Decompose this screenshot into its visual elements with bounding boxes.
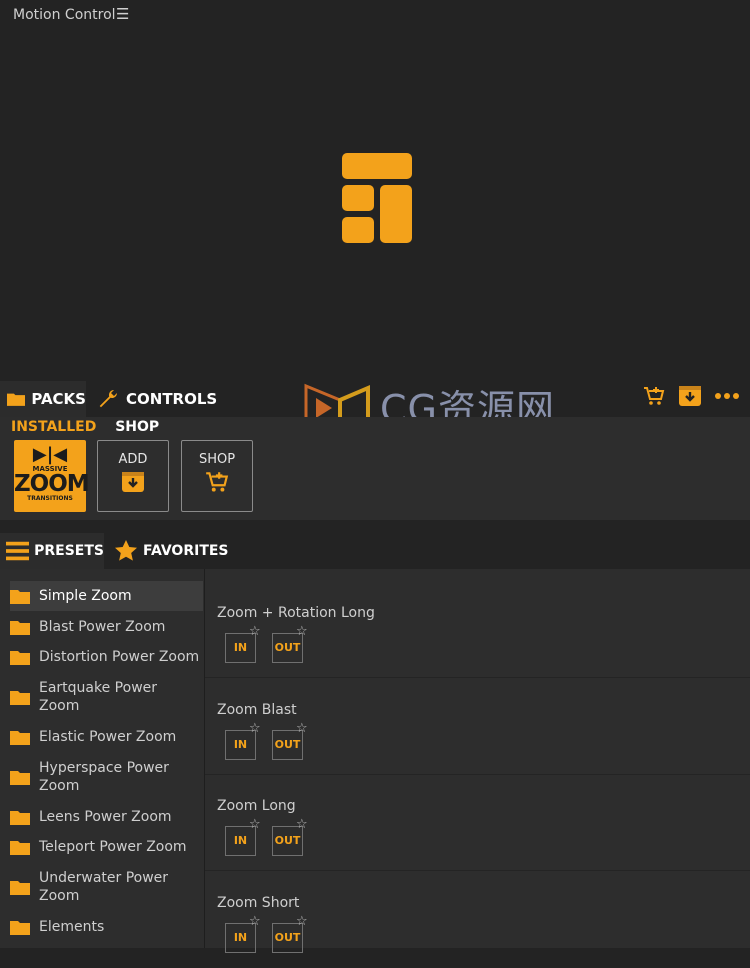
folder-icon (10, 880, 30, 895)
more-options-icon[interactable] (714, 392, 740, 400)
folder-icon (10, 840, 30, 855)
shop-pack-label: SHOP (198, 452, 236, 467)
preset-row: Zoom Blast IN ☆ OUT ☆ (205, 678, 750, 775)
category-item[interactable]: Underwater Power Zoom (10, 867, 203, 907)
tab-favorites[interactable]: FAVORITES (114, 533, 229, 569)
zoom-transition-icon: ▶|◀ (32, 444, 68, 465)
category-label: Teleport Power Zoom (39, 839, 187, 855)
star-outline-icon[interactable]: ☆ (296, 721, 308, 736)
folder-icon (10, 920, 30, 935)
preset-name: Zoom Short (217, 895, 300, 911)
motion-control-logo (342, 153, 412, 243)
preset-name: Zoom Long (217, 798, 296, 814)
tab-presets[interactable]: PRESETS (0, 533, 104, 569)
tab-controls[interactable]: CONTROLS (96, 381, 217, 417)
tab-packs-label: PACKS (31, 390, 86, 408)
wrench-icon (99, 389, 118, 408)
subtab-installed[interactable]: INSTALLED (11, 419, 96, 435)
star-icon (115, 540, 137, 561)
tab-packs[interactable]: PACKS (0, 381, 86, 417)
category-label: Hyperspace Power Zoom (39, 760, 169, 794)
download-box-icon[interactable] (678, 384, 702, 408)
category-label: Eartquake Power Zoom (39, 680, 158, 714)
category-item[interactable]: Leens Power Zoom (10, 802, 203, 832)
category-label: Elastic Power Zoom (39, 729, 177, 745)
preset-name: Zoom + Rotation Long (217, 605, 375, 621)
folder-icon (10, 690, 30, 705)
folder-icon (10, 620, 30, 635)
list-icon (6, 541, 30, 561)
preset-row: Zoom + Rotation Long IN ☆ OUT ☆ (205, 581, 750, 678)
add-pack-label: ADD (118, 452, 148, 467)
star-outline-icon[interactable]: ☆ (296, 817, 308, 832)
download-box-icon (122, 472, 144, 492)
star-outline-icon[interactable]: ☆ (296, 624, 308, 639)
star-outline-icon[interactable]: ☆ (249, 624, 261, 639)
folder-icon (7, 393, 26, 406)
cart-add-icon (206, 472, 229, 492)
folder-icon (10, 730, 30, 745)
category-item[interactable]: Blast Power Zoom (10, 612, 203, 642)
category-label: Leens Power Zoom (39, 809, 172, 825)
add-pack-button[interactable]: ADD (97, 440, 169, 512)
category-item[interactable]: Eartquake Power Zoom (10, 677, 203, 717)
folder-icon (10, 810, 30, 825)
hamburger-icon[interactable]: ☰ (116, 5, 129, 23)
pack-line2: ZOOM (14, 471, 90, 497)
pack-massive-zoom[interactable]: ▶|◀ MASSIVE ZOOM TRANSITIONS (14, 440, 90, 512)
star-outline-icon[interactable]: ☆ (249, 914, 261, 929)
folder-icon (10, 770, 30, 785)
title-bar: Motion Control ☰ (0, 0, 750, 34)
tab-favorites-label: FAVORITES (143, 543, 229, 559)
preset-list: Zoom + Rotation Long IN ☆ OUT ☆ Zoom Bla… (205, 569, 750, 968)
star-outline-icon[interactable]: ☆ (296, 914, 308, 929)
category-list: Simple Zoom Blast Power Zoom Distortion … (0, 569, 205, 948)
packs-panel: INSTALLED SHOP ▶|◀ MASSIVE ZOOM TRANSITI… (0, 417, 750, 520)
category-item[interactable]: Distortion Power Zoom (10, 642, 203, 672)
category-label: Simple Zoom (39, 588, 132, 604)
star-outline-icon[interactable]: ☆ (249, 721, 261, 736)
category-item[interactable]: Elastic Power Zoom (10, 722, 203, 752)
category-label: Elements (39, 919, 105, 935)
preset-name: Zoom Blast (217, 702, 297, 718)
folder-icon (10, 589, 30, 604)
subtab-shop[interactable]: SHOP (115, 419, 159, 435)
tab-presets-label: PRESETS (34, 543, 104, 559)
category-item[interactable]: Elements (10, 912, 203, 942)
folder-icon (10, 650, 30, 665)
category-item[interactable]: Simple Zoom (10, 581, 203, 611)
cart-add-icon[interactable] (642, 384, 666, 408)
category-label: Distortion Power Zoom (39, 649, 200, 665)
star-outline-icon[interactable]: ☆ (249, 817, 261, 832)
tab-controls-label: CONTROLS (126, 390, 218, 408)
shop-pack-button[interactable]: SHOP (181, 440, 253, 512)
main-tabs: PACKS CONTROLS (0, 381, 750, 417)
category-item[interactable]: Hyperspace Power Zoom (10, 757, 203, 797)
category-item[interactable]: Teleport Power Zoom (10, 832, 203, 862)
preset-tabs: PRESETS FAVORITES (0, 520, 750, 569)
panel-title: Motion Control (13, 7, 116, 23)
category-label: Blast Power Zoom (39, 619, 166, 635)
category-label: Underwater Power Zoom (39, 870, 169, 904)
preset-row: Zoom Long IN ☆ OUT ☆ (205, 774, 750, 871)
preset-row: Zoom Short IN ☆ OUT ☆ (205, 871, 750, 968)
